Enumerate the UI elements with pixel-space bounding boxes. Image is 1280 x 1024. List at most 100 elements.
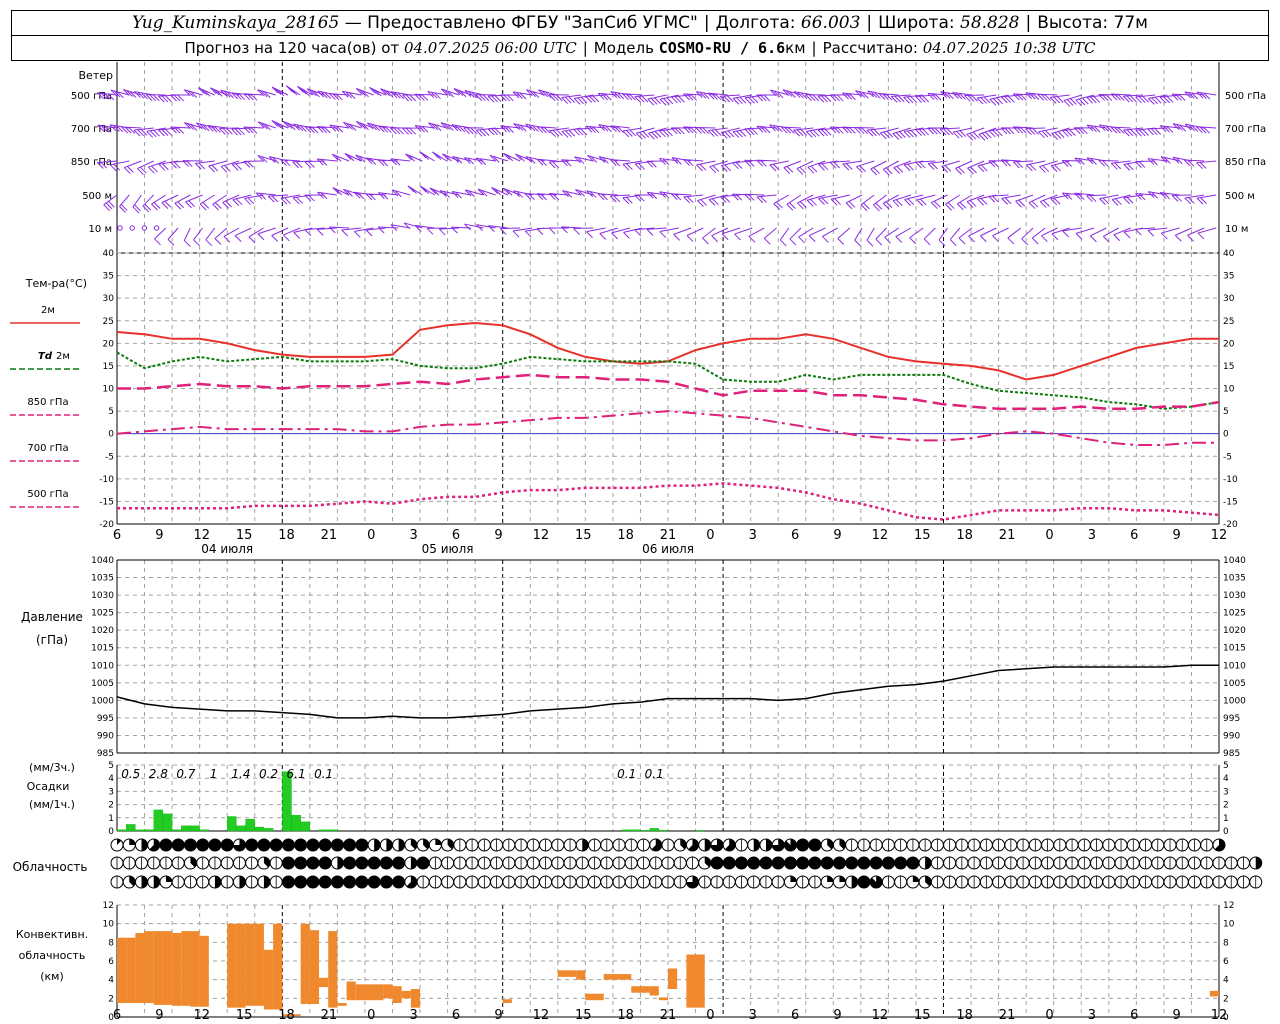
wind-barb (779, 227, 790, 247)
precip-3h-label: 0.2 (259, 767, 278, 781)
barb-staff (1062, 159, 1082, 162)
time-tick-label-bottom: 12 (193, 1008, 210, 1023)
time-tick-label: 18 (278, 528, 295, 543)
cloud-symbol (1041, 838, 1055, 852)
time-tick-label: 15 (914, 528, 931, 543)
cloud-fill (184, 839, 197, 851)
cloud-symbol (159, 856, 173, 870)
temp-ytick-right: 15 (1223, 362, 1234, 372)
cloud-symbol (245, 856, 259, 870)
cloud-symbol (808, 875, 822, 889)
barb-staff (696, 160, 716, 166)
cloud-symbol (698, 838, 712, 852)
barb-staff (822, 227, 838, 237)
time-tick-label-bottom: 15 (236, 1008, 253, 1023)
cloud-fill (925, 857, 932, 869)
cloud-symbol (820, 875, 834, 889)
conv-ytick-left: 10 (103, 920, 115, 930)
wind-barb (316, 158, 337, 166)
barb-staff (585, 125, 606, 129)
barb-staff (949, 227, 961, 240)
barb-staff (720, 94, 740, 97)
precip-bar (300, 821, 310, 832)
cloud-fill (208, 839, 221, 851)
barb-feather (149, 94, 156, 102)
cloud-symbol (563, 875, 577, 889)
time-tick-label: 9 (833, 528, 841, 543)
cloud-symbol (1065, 875, 1079, 889)
cloud-symbol (808, 856, 822, 870)
cloud-symbol (992, 875, 1006, 889)
cloud-fill (331, 876, 344, 888)
time-tick-label: 15 (236, 528, 253, 543)
cloud-symbol (477, 875, 491, 889)
wind-barb (477, 188, 496, 197)
cloud-symbol (845, 838, 859, 852)
cloud-symbol (453, 838, 467, 852)
wind-barb (866, 227, 875, 247)
precip-bar (658, 830, 669, 832)
wind-barb (329, 124, 350, 133)
cloud-fill (331, 839, 344, 851)
barb-staff (256, 192, 276, 196)
wind-barb (1196, 160, 1217, 170)
cloud-symbol (722, 875, 736, 889)
cloud-symbol (783, 838, 797, 852)
conv-bar (300, 923, 310, 1004)
barb-staff (873, 194, 887, 206)
barb-feather (1007, 237, 1015, 245)
cloud-symbol (722, 856, 736, 870)
conv-ytick-left: 2 (108, 994, 114, 1004)
cloud-fill (263, 876, 270, 888)
barb-staff (958, 227, 973, 239)
barb-feather (854, 239, 862, 247)
precip-bar (181, 825, 191, 832)
precip-bar (291, 815, 301, 832)
conv-ytick-right: 10 (1223, 920, 1235, 930)
conv-bar (172, 933, 182, 1006)
conv-bar (502, 999, 512, 1003)
cloud-fill (906, 857, 919, 869)
wind-barb (271, 227, 289, 242)
calm-wind-mark (129, 225, 135, 231)
cloud-symbol (575, 856, 589, 870)
wind-barb (453, 88, 472, 98)
cloud-symbol (930, 838, 944, 852)
barb-feather (1187, 234, 1194, 242)
cloud-fill (808, 857, 821, 869)
cloud-symbol (428, 856, 442, 870)
cloud-symbol (477, 856, 491, 870)
cloud-symbol (1053, 875, 1067, 889)
cloud-symbol (183, 875, 197, 889)
cloud-symbol (869, 875, 883, 889)
wind-barb (193, 227, 203, 247)
barb-feather (293, 232, 301, 239)
wind-barb (585, 94, 606, 103)
cloud-fill (435, 839, 442, 845)
barb-staff (167, 227, 179, 240)
cloud-symbol (1212, 875, 1226, 889)
temp-ytick-right: 30 (1223, 294, 1235, 304)
barb-staff (1197, 227, 1217, 234)
cloud-symbol (624, 838, 638, 852)
cloud-symbol (1028, 838, 1042, 852)
cloud-symbol (563, 856, 577, 870)
barb-feather (1051, 233, 1059, 241)
barb-staff (923, 227, 936, 240)
barb-staff (781, 126, 801, 129)
press-ytick-right: 1015 (1223, 644, 1246, 654)
time-tick-label: 0 (367, 528, 375, 543)
calm-wind-mark (117, 225, 123, 231)
cloud-symbol (1175, 838, 1189, 852)
time-tick-label: 21 (321, 528, 338, 543)
wind-barb (949, 227, 961, 246)
cloud-fill (374, 839, 381, 852)
cloud-symbol (159, 838, 173, 852)
cloud-fill (1255, 857, 1262, 869)
cloud-fill (882, 857, 895, 869)
cloud-symbol (747, 856, 761, 870)
cloud-symbol (232, 838, 246, 852)
conv-ytick-left: 6 (108, 957, 114, 967)
cloud-symbol (379, 856, 393, 870)
cloud-symbol (159, 875, 173, 889)
